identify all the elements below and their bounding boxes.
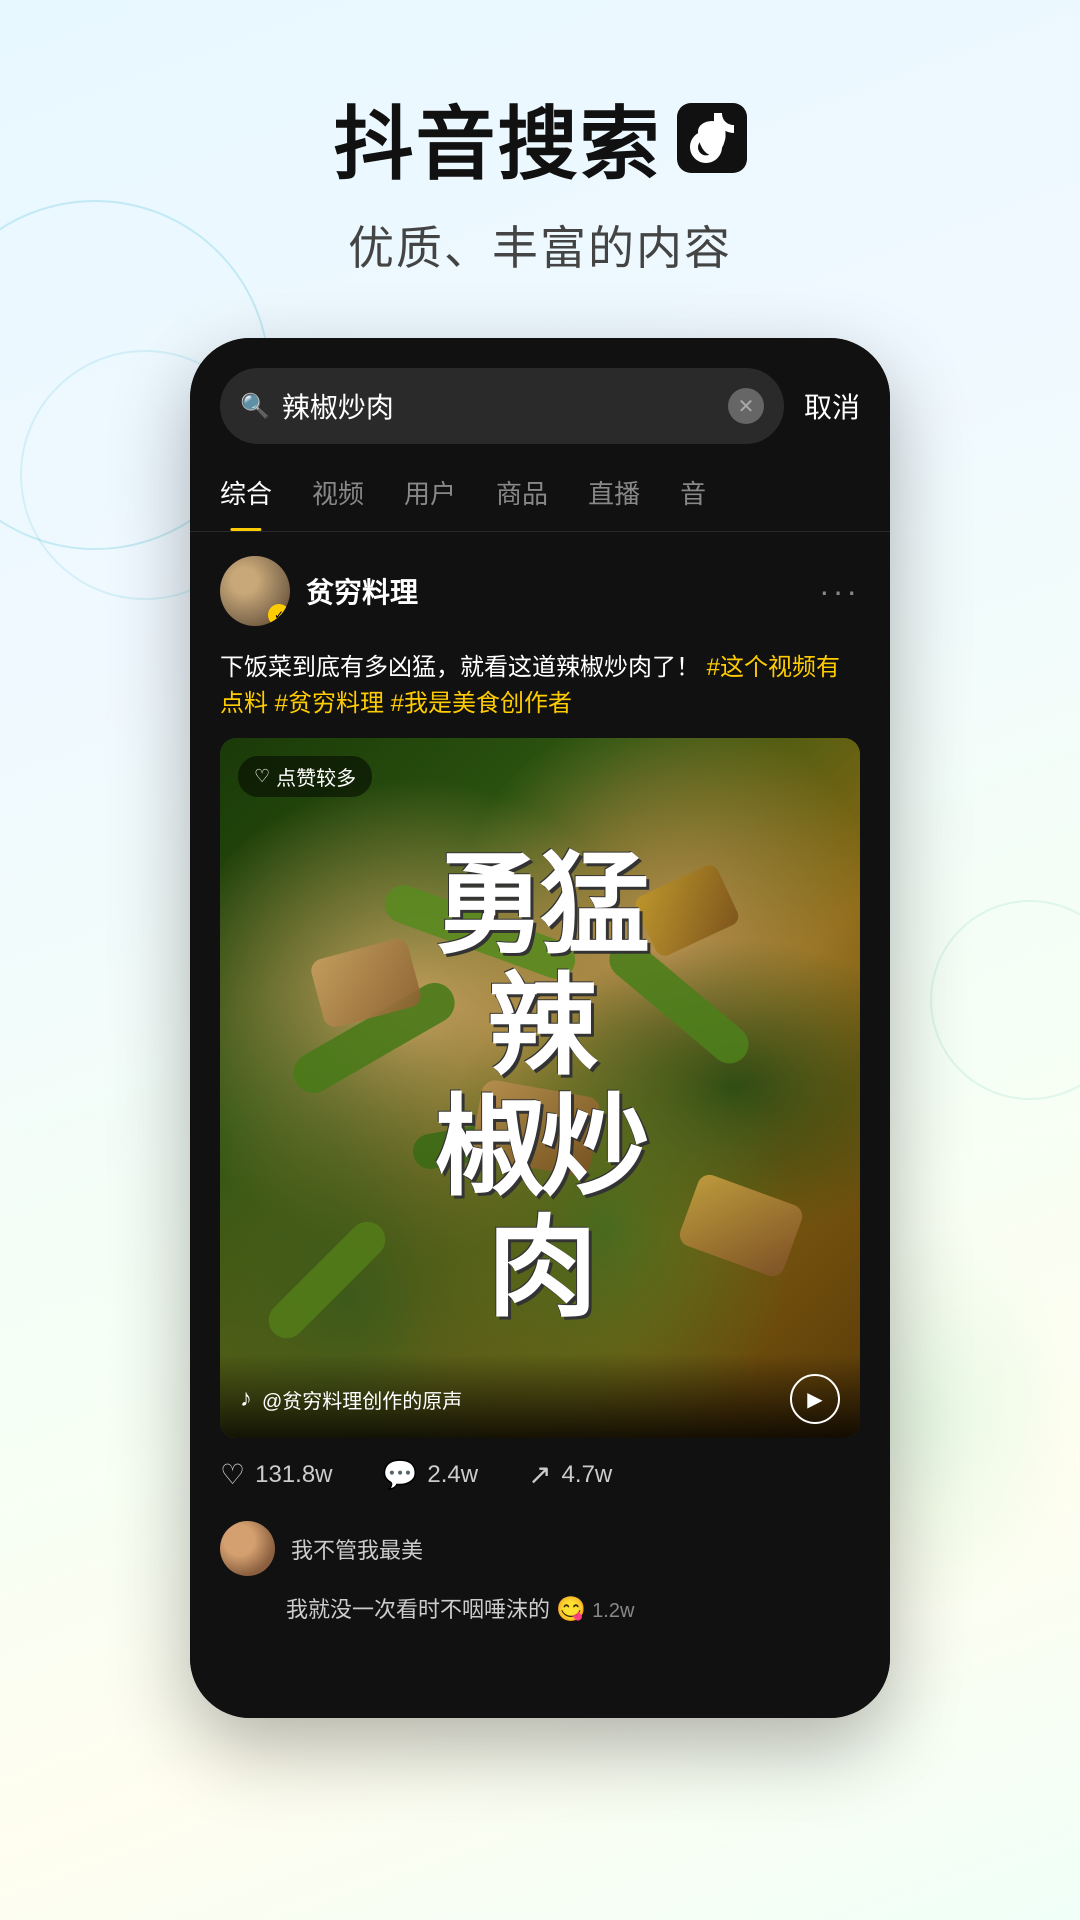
shares-stat[interactable]: ↗ 4.7w	[528, 1458, 612, 1491]
share-icon: ↗	[528, 1458, 551, 1491]
tab-video[interactable]: 视频	[312, 454, 364, 531]
more-options-icon[interactable]: ···	[819, 573, 860, 610]
comment-item-1: 我不管我最美	[190, 1511, 890, 1586]
cancel-button[interactable]: 取消	[804, 386, 860, 426]
stats-bar: ♡ 131.8w 💬 2.4w ↗ 4.7w	[190, 1438, 890, 1511]
video-container[interactable]: ♡ 点赞较多 勇猛辣椒炒肉 ♪ @贫穷料理创作的原声 ▶	[220, 738, 860, 1438]
header-section: 抖音搜索 优质、丰富的内容	[0, 0, 1080, 318]
app-title-text: 抖音搜索	[334, 80, 662, 196]
shares-count: 4.7w	[562, 1461, 613, 1489]
search-query-text: 辣椒炒肉	[282, 386, 716, 426]
avatar: ✓	[220, 556, 290, 626]
app-subtitle: 优质、丰富的内容	[0, 212, 1080, 278]
calligraphy-text: 勇猛辣椒炒肉	[435, 846, 645, 1330]
badge-text: 点赞较多	[276, 762, 356, 791]
phone-container: 🔍 辣椒炒肉 ✕ 取消 综合 视频 用户 商品	[0, 338, 1080, 1718]
heart-icon: ♡	[254, 766, 270, 787]
comment-likes-2: 1.2w	[592, 1600, 634, 1622]
main-title: 抖音搜索	[0, 80, 1080, 196]
video-audio-bar: ♪ @贫穷料理创作的原声 ▶	[220, 1354, 860, 1438]
tab-live[interactable]: 直播	[588, 454, 640, 531]
audio-text: @贫穷料理创作的原声	[262, 1385, 462, 1414]
likes-count: 131.8w	[255, 1461, 332, 1489]
comment-item-2: 我就没一次看时不咽唾沫的 😋 1.2w	[190, 1586, 890, 1630]
search-input-wrapper[interactable]: 🔍 辣椒炒肉 ✕	[220, 368, 784, 444]
comments-count: 2.4w	[427, 1461, 478, 1489]
video-badge: ♡ 点赞较多	[238, 756, 372, 797]
comment-text-2: 我就没一次看时不咽唾沫的 😋	[286, 1597, 592, 1622]
comments-stat[interactable]: 💬 2.4w	[383, 1458, 479, 1491]
tab-product[interactable]: 商品	[496, 454, 548, 531]
tiktok-note-icon: ♪	[240, 1385, 252, 1413]
comment-icon: 💬	[383, 1458, 418, 1491]
phone-mockup: 🔍 辣椒炒肉 ✕ 取消 综合 视频 用户 商品	[190, 338, 890, 1718]
post-header: ✓ 贫穷料理 ···	[190, 532, 890, 650]
comment-text-1: 我不管我最美	[291, 1533, 423, 1565]
search-icon: 🔍	[240, 392, 270, 421]
verified-badge-icon: ✓	[268, 604, 290, 626]
tabs-container: 综合 视频 用户 商品 直播 音	[190, 454, 890, 532]
tiktok-logo-icon	[677, 103, 747, 173]
audio-info: ♪ @贫穷料理创作的原声	[240, 1385, 462, 1414]
likes-stat[interactable]: ♡ 131.8w	[220, 1458, 333, 1491]
username-label: 贫穷料理	[306, 571, 418, 611]
clear-search-button[interactable]: ✕	[728, 388, 764, 424]
commenter-avatar-1	[220, 1521, 275, 1576]
tab-user[interactable]: 用户	[404, 454, 456, 531]
phone-screen: 🔍 辣椒炒肉 ✕ 取消 综合 视频 用户 商品	[190, 338, 890, 1718]
post-user-info[interactable]: ✓ 贫穷料理	[220, 556, 418, 626]
comment-emoji: 😋	[556, 1596, 586, 1623]
play-button[interactable]: ▶	[790, 1374, 840, 1424]
tab-comprehensive[interactable]: 综合	[220, 454, 272, 531]
search-bar-container: 🔍 辣椒炒肉 ✕ 取消	[190, 338, 890, 454]
post-description: 下饭菜到底有多凶猛，就看这道辣椒炒肉了！ #这个视频有点料 #贫穷料理 #我是美…	[190, 650, 890, 738]
post-desc-text: 下饭菜到底有多凶猛，就看这道辣椒炒肉了！	[220, 654, 700, 681]
like-icon: ♡	[220, 1458, 245, 1491]
content-area: ✓ 贫穷料理 ··· 下饭菜到底有多凶猛，就看这道辣椒炒肉了！ #这个视频有点料…	[190, 532, 890, 1718]
tab-music[interactable]: 音	[680, 454, 706, 531]
video-calligraphy-overlay: 勇猛辣椒炒肉	[435, 846, 645, 1330]
